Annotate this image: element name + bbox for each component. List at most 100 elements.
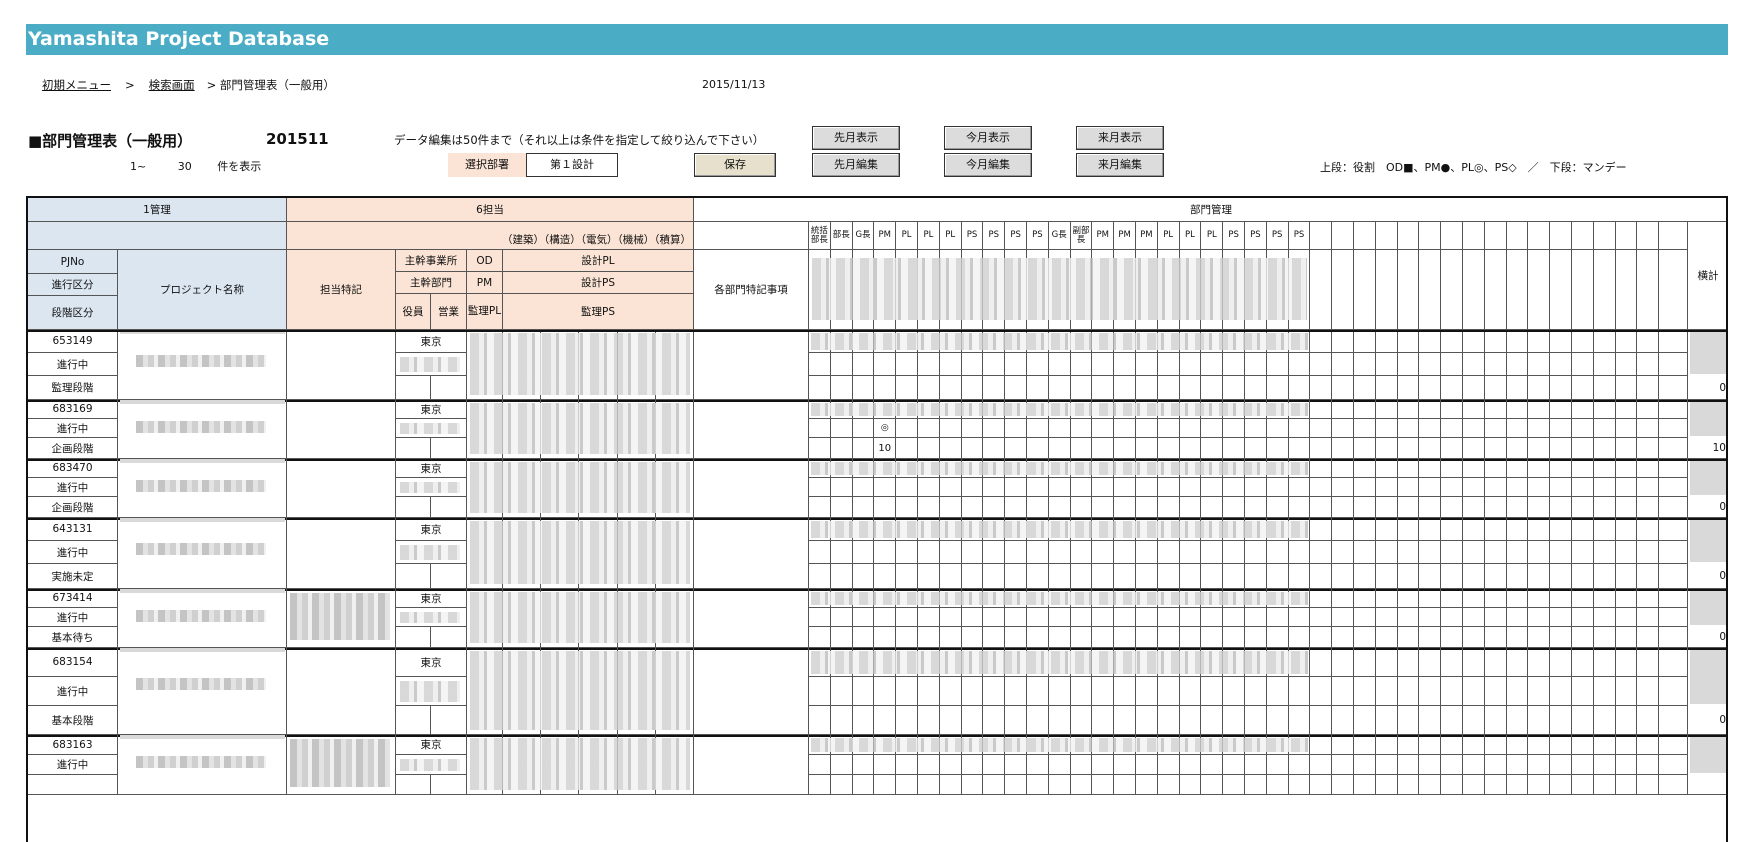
role-mark-cell[interactable]: ◎ [874,419,897,438]
role-mark-cell[interactable] [939,677,962,706]
manday-cell[interactable] [1266,497,1289,518]
manday-cell[interactable] [1397,497,1420,518]
role-input-cell[interactable] [1484,735,1507,755]
role-input-cell[interactable] [1593,518,1616,541]
role-mark-cell[interactable] [1506,419,1529,438]
role-mark-cell[interactable] [1092,755,1115,775]
manday-cell[interactable] [1528,497,1551,518]
role-mark-cell[interactable] [1397,478,1420,497]
role-mark-cell[interactable] [1375,419,1398,438]
role-mark-cell[interactable] [1550,541,1572,564]
role-mark-cell[interactable] [1070,755,1093,775]
manday-cell[interactable] [1027,564,1049,589]
manday-cell[interactable] [809,775,831,795]
role-mark-cell[interactable] [1005,419,1027,438]
role-input-cell[interactable] [1419,459,1442,478]
role-mark-cell[interactable] [1114,677,1136,706]
role-mark-cell[interactable] [1136,608,1158,627]
role-input-cell[interactable] [1593,589,1616,608]
role-mark-cell[interactable] [1245,755,1267,775]
role-mark-cell[interactable] [961,755,984,775]
manday-cell[interactable] [852,497,875,518]
manday-cell[interactable] [1245,564,1267,589]
role-mark-cell[interactable] [809,419,831,438]
manday-cell[interactable] [1550,438,1572,459]
role-mark-cell[interactable] [874,478,897,497]
role-mark-cell[interactable] [1310,419,1333,438]
manday-cell[interactable] [1397,775,1420,795]
role-input-cell[interactable] [1354,735,1376,755]
role-mark-cell[interactable] [918,353,940,376]
manday-cell[interactable] [1201,497,1224,518]
role-mark-cell[interactable] [1157,755,1180,775]
role-mark-cell[interactable] [1157,478,1180,497]
manday-cell[interactable] [918,627,940,648]
manday-cell[interactable] [1092,497,1115,518]
role-input-cell[interactable] [1593,648,1616,677]
manday-cell[interactable] [852,564,875,589]
role-mark-cell[interactable] [1506,478,1529,497]
manday-cell[interactable] [1157,376,1180,400]
role-mark-cell[interactable] [1572,478,1594,497]
role-mark-cell[interactable] [1332,755,1354,775]
role-mark-cell[interactable] [896,419,918,438]
manday-cell[interactable] [1419,376,1442,400]
role-input-cell[interactable] [1354,648,1376,677]
manday-cell[interactable] [1572,376,1594,400]
role-input-cell[interactable] [1615,459,1638,478]
role-input-cell[interactable] [1572,518,1594,541]
manday-cell[interactable] [1615,627,1638,648]
manday-cell[interactable] [1593,706,1616,735]
role-input-cell[interactable] [1572,400,1594,419]
role-mark-cell[interactable] [1615,419,1638,438]
manday-cell[interactable] [1005,775,1027,795]
manday-cell[interactable] [1659,376,1688,400]
role-input-cell[interactable] [1310,518,1333,541]
manday-cell[interactable] [1048,376,1071,400]
manday-cell[interactable] [1332,438,1354,459]
role-mark-cell[interactable] [1223,541,1245,564]
role-mark-cell[interactable] [1528,677,1551,706]
role-mark-cell[interactable] [1005,353,1027,376]
role-input-cell[interactable] [1397,648,1420,677]
manday-cell[interactable] [1550,376,1572,400]
manday-cell[interactable] [1048,775,1071,795]
role-mark-cell[interactable] [1266,541,1289,564]
role-mark-cell[interactable] [918,755,940,775]
manday-cell[interactable] [1572,564,1594,589]
role-input-cell[interactable] [1615,589,1638,608]
manday-cell[interactable] [1114,564,1136,589]
manday-cell[interactable] [1550,706,1572,735]
role-mark-cell[interactable] [1223,608,1245,627]
manday-cell[interactable] [1484,438,1507,459]
role-mark-cell[interactable] [1397,677,1420,706]
role-mark-cell[interactable] [1593,353,1616,376]
role-mark-cell[interactable] [1201,419,1224,438]
role-mark-cell[interactable] [1615,608,1638,627]
manday-cell[interactable] [1593,376,1616,400]
role-mark-cell[interactable] [1593,419,1616,438]
role-mark-cell[interactable] [1659,419,1688,438]
role-mark-cell[interactable] [1310,677,1333,706]
role-mark-cell[interactable] [1266,608,1289,627]
manday-cell[interactable] [1506,376,1529,400]
manday-cell[interactable] [983,438,1006,459]
role-mark-cell[interactable] [1201,677,1224,706]
manday-cell[interactable] [830,706,853,735]
manday-cell[interactable] [1027,497,1049,518]
manday-cell[interactable] [939,497,962,518]
manday-cell[interactable] [961,706,984,735]
role-mark-cell[interactable] [1441,608,1463,627]
manday-cell[interactable] [1005,497,1027,518]
manday-cell[interactable] [1375,775,1398,795]
manday-cell[interactable] [1354,438,1376,459]
manday-cell[interactable] [1593,627,1616,648]
role-input-cell[interactable] [1484,518,1507,541]
role-input-cell[interactable] [1615,330,1638,353]
manday-cell[interactable] [939,775,962,795]
role-mark-cell[interactable] [918,677,940,706]
role-input-cell[interactable] [1419,518,1442,541]
role-mark-cell[interactable] [1463,541,1485,564]
role-input-cell[interactable] [1397,589,1420,608]
role-input-cell[interactable] [1659,518,1688,541]
